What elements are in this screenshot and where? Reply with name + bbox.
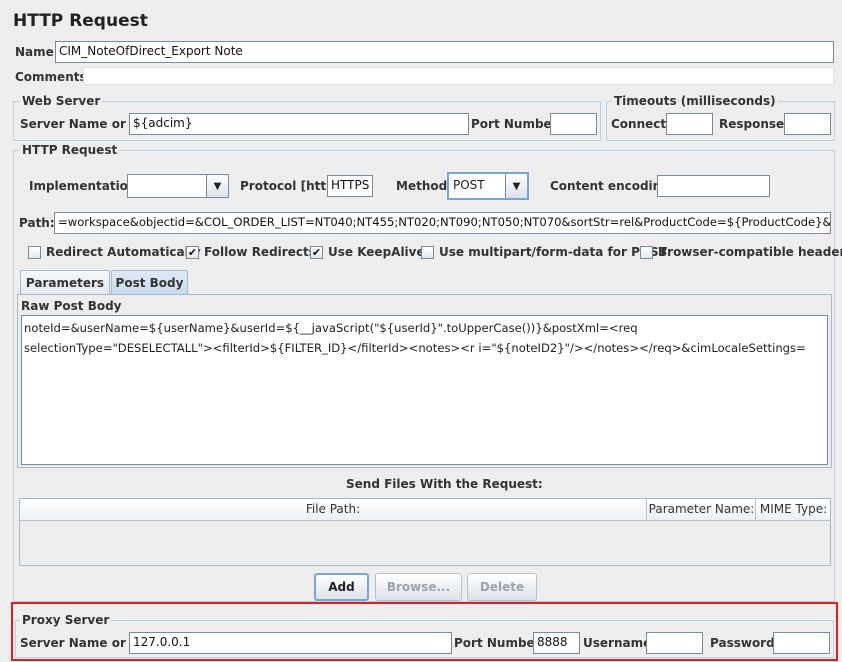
web-server-legend: Web Server [20, 94, 103, 108]
method-label: Method: [396, 179, 452, 193]
browser-compatible-headers-checkbox[interactable]: Browser-compatible headers [640, 245, 842, 259]
proxy-password-field[interactable] [773, 632, 830, 654]
column-parameter-name[interactable]: Parameter Name: [648, 499, 756, 520]
name-field[interactable]: CIM_NoteOfDirect_Export Note [55, 41, 834, 63]
connect-label: Connect: [611, 117, 671, 131]
response-label: Response: [719, 117, 789, 131]
proxy-username-field[interactable] [646, 632, 703, 654]
checkbox-box [28, 245, 41, 259]
server-name-field[interactable]: ${adcim} [129, 113, 469, 135]
response-field[interactable] [784, 113, 831, 135]
page-title: HTTP Request [13, 11, 148, 31]
implementation-label: Implementation: [29, 179, 142, 193]
files-table-header: File Path: Parameter Name: MIME Type: [20, 499, 830, 521]
implementation-select[interactable]: ▼ [127, 174, 229, 198]
checkbox-label: Browser-compatible headers [658, 245, 842, 259]
tab-parameters[interactable]: Parameters [20, 270, 110, 294]
checkbox-label: Redirect Automatically [46, 245, 201, 259]
port-number-field[interactable] [550, 113, 597, 135]
chevron-down-icon[interactable]: ▼ [206, 175, 228, 197]
check-icon: ✔ [186, 245, 199, 259]
timeouts-legend: Timeouts (milliseconds) [612, 94, 778, 108]
checkbox-label: Follow Redirects [204, 245, 316, 259]
files-table[interactable]: File Path: Parameter Name: MIME Type: [19, 498, 831, 566]
http-request-legend: HTTP Request [20, 143, 120, 157]
chevron-down-icon[interactable]: ▼ [505, 174, 527, 198]
follow-redirects-checkbox[interactable]: ✔ Follow Redirects [186, 245, 316, 259]
proxy-server-name-field[interactable]: 127.0.0.1 [129, 632, 452, 654]
raw-post-body-line: noteId=&userName=${userName}&userId=${__… [24, 321, 638, 335]
add-button[interactable]: Add [314, 573, 369, 601]
browse-button[interactable]: Browse... [375, 573, 462, 601]
path-field[interactable]: =workspace&objectid=&COL_ORDER_LIST=NT04… [54, 212, 831, 234]
proxy-port-field[interactable]: 8888 [533, 632, 580, 654]
checkbox-label: Use KeepAlive [328, 245, 425, 259]
content-encoding-label: Content encoding: [550, 179, 675, 193]
protocol-field[interactable]: HTTPS [327, 175, 373, 197]
proxy-password-label: Password [710, 636, 775, 650]
delete-button[interactable]: Delete [467, 573, 537, 601]
tab-post-body[interactable]: Post Body [111, 270, 188, 295]
connect-field[interactable] [666, 113, 713, 135]
use-keepalive-checkbox[interactable]: ✔ Use KeepAlive [310, 245, 425, 259]
multipart-form-data-checkbox[interactable]: Use multipart/form-data for POST [421, 245, 667, 259]
checkbox-label: Use multipart/form-data for POST [439, 245, 667, 259]
port-number-label: Port Number: [471, 117, 563, 131]
name-label: Name: [15, 45, 59, 59]
method-select[interactable]: POST ▼ [447, 172, 529, 200]
send-files-title: Send Files With the Request: [346, 477, 543, 491]
raw-post-body-textarea[interactable]: noteId=&userName=${userName}&userId=${__… [21, 315, 828, 465]
checkbox-box [640, 245, 653, 259]
proxy-username-label: Username [583, 636, 652, 650]
proxy-server-legend: Proxy Server [20, 613, 112, 627]
method-value: POST [453, 178, 485, 192]
redirect-automatically-checkbox[interactable]: Redirect Automatically [28, 245, 201, 259]
check-icon: ✔ [310, 245, 323, 259]
column-mime-type[interactable]: MIME Type: [757, 499, 830, 520]
checkbox-box [421, 245, 434, 259]
comments-field[interactable] [83, 67, 834, 85]
proxy-port-label: Port Number: [454, 636, 546, 650]
content-encoding-field[interactable] [657, 175, 770, 197]
comments-label: Comments: [15, 70, 92, 84]
raw-post-body-line: selectionType="DESELECTALL"><filterId>${… [24, 341, 806, 355]
column-file-path[interactable]: File Path: [20, 499, 647, 520]
raw-post-body-label: Raw Post Body [21, 299, 122, 313]
path-label: Path: [19, 216, 55, 230]
